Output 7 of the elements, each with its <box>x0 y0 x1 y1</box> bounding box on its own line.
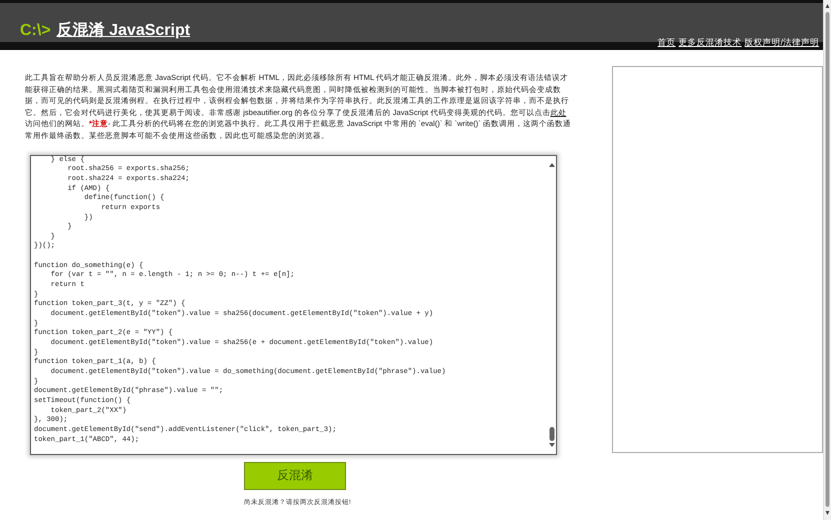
nav-link[interactable]: 首页 <box>658 37 676 48</box>
scrollbar[interactable] <box>823 0 831 520</box>
deobfuscate-button[interactable]: 反混淆 <box>244 462 346 490</box>
prompt-text: C:\> <box>20 22 51 40</box>
site-title-link[interactable]: 反混淆 JavaScript <box>56 20 190 41</box>
nav-link[interactable]: 更多反混淆技术 <box>678 37 742 48</box>
nav-link[interactable]: 版权声明/法律声明 <box>744 37 819 48</box>
